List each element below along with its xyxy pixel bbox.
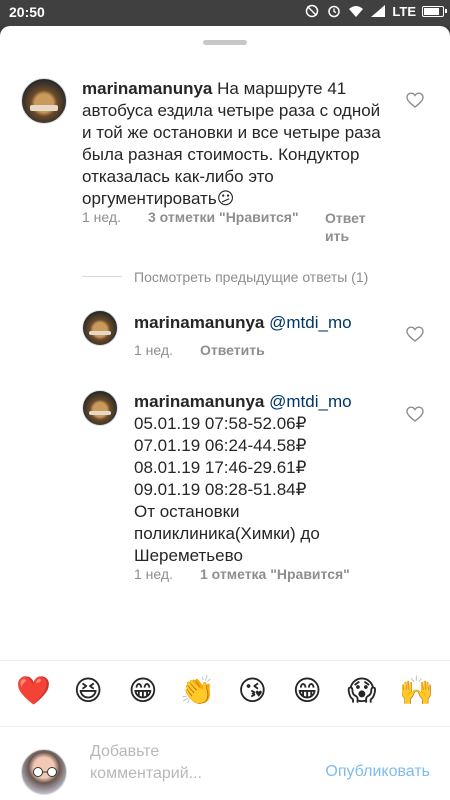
reply-line: От остановки (134, 502, 240, 521)
avatar[interactable] (82, 310, 118, 346)
reply-label-1: Ответ (325, 210, 366, 226)
avatar (21, 749, 67, 795)
emoji-quick-bar: ❤️ 😆 😁 👏 😘 😁 😱 🙌 (0, 660, 450, 720)
comment-likes[interactable]: 3 отметки "Нравится" (148, 209, 299, 225)
comments-sheet: marinamanunya На маршруте 41 автобуса ез… (0, 26, 450, 800)
sunglasses-icon (33, 767, 57, 777)
avatar[interactable] (21, 78, 67, 124)
heart-icon[interactable] (406, 406, 424, 422)
publish-button[interactable]: Опубликовать (325, 763, 430, 781)
network-label: LTE (392, 3, 416, 19)
comment-input[interactable]: Добавьте комментарий... (90, 741, 260, 785)
reply-likes[interactable]: 1 отметка "Нравится" (200, 566, 350, 582)
grin-emoji-button[interactable]: 😁 (124, 676, 162, 705)
reply-username[interactable]: marinamanunya (134, 313, 264, 332)
reply-line: поликлиника(Химки) до (134, 524, 320, 543)
likes-count[interactable]: 1 отметка "Нравится" (200, 566, 350, 582)
mention-link[interactable]: @mtdi_mo (269, 392, 351, 411)
heart-icon[interactable] (406, 326, 424, 342)
raised-hands-emoji-button[interactable]: 🙌 (398, 676, 436, 705)
reply-button[interactable]: Ответ ить (325, 209, 366, 245)
reply-time: 1 нед. (134, 566, 173, 582)
reply-line: 09.01.19 08:28-51.84₽ (134, 480, 307, 499)
view-previous-replies[interactable]: Посмотреть предыдущие ответы (1) (134, 269, 368, 285)
wifi-icon (348, 3, 364, 19)
status-bar: 20:50 LTE (0, 0, 450, 26)
heart-icon[interactable] (406, 92, 424, 108)
grin-emoji-button[interactable]: 😁 (288, 676, 326, 705)
reply-body: marinamanunya @mtdi_mo 05.01.19 07:58-52… (134, 391, 384, 567)
heart-emoji-button[interactable]: ❤️ (14, 676, 52, 705)
sheet-drag-handle[interactable] (203, 40, 247, 45)
comment-body: marinamanunya На маршруте 41 автобуса ез… (82, 78, 392, 210)
reply-line: 07.01.19 06:24-44.58₽ (134, 436, 307, 455)
comment-username[interactable]: marinamanunya (82, 79, 212, 98)
clap-emoji-button[interactable]: 👏 (179, 676, 217, 705)
reply-time: 1 нед. (134, 342, 173, 358)
reply-label-2: ить (325, 228, 350, 244)
silence-icon (304, 3, 320, 19)
likes-count[interactable]: 3 отметки "Нравится" (148, 209, 299, 225)
laughing-emoji-button[interactable]: 😆 (69, 676, 107, 705)
emoji: 😕 (216, 189, 235, 208)
avatar[interactable] (82, 390, 118, 426)
mention-link[interactable]: @mtdi_mo (269, 313, 351, 332)
battery-icon (422, 5, 447, 17)
reply-body: marinamanunya @mtdi_mo (134, 312, 374, 334)
signal-icon (370, 3, 386, 19)
reply-label: Ответить (200, 342, 265, 358)
reply-line: 08.01.19 17:46-29.61₽ (134, 458, 307, 477)
status-time: 20:50 (9, 4, 45, 20)
comment-composer: Добавьте комментарий... Опубликовать (0, 726, 450, 800)
divider-line (82, 276, 122, 277)
reply-line: 05.01.19 07:58-52.06₽ (134, 414, 307, 433)
reply-button[interactable]: Ответить (200, 342, 265, 358)
reply-line: Шереметьево (134, 546, 243, 565)
scream-emoji-button[interactable]: 😱 (343, 676, 381, 705)
comment-time: 1 нед. (82, 209, 121, 225)
status-icons: LTE (304, 3, 447, 19)
alarm-icon (326, 3, 342, 19)
reply-username[interactable]: marinamanunya (134, 392, 264, 411)
kiss-emoji-button[interactable]: 😘 (233, 676, 271, 705)
